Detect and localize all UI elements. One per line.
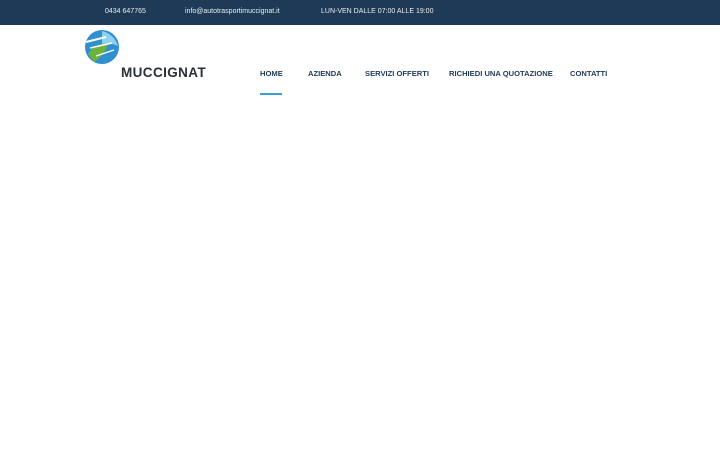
opening-hours: LUN-VEN DALLE 07:00 ALLE 19:00 bbox=[321, 8, 434, 15]
logo-globe-icon bbox=[85, 30, 119, 64]
nav-contatti[interactable]: CONTATTI bbox=[570, 69, 607, 78]
nav-servizi-offerti[interactable]: SERVIZI OFFERTI bbox=[365, 69, 429, 78]
logo-text[interactable]: MUCCIGNAT bbox=[121, 65, 206, 80]
nav-home-active-indicator bbox=[260, 93, 282, 95]
nav-home[interactable]: HOME bbox=[260, 69, 283, 78]
nav-richiedi-quotazione[interactable]: RICHIEDI UNA QUOTAZIONE bbox=[449, 69, 553, 78]
nav-azienda[interactable]: AZIENDA bbox=[308, 69, 342, 78]
phone-number[interactable]: 0434 647765 bbox=[105, 8, 146, 15]
top-info-bar: 0434 647765 info@autotrasportimuccignat.… bbox=[0, 0, 720, 25]
email-link[interactable]: info@autotrasportimuccignat.it bbox=[185, 8, 280, 15]
